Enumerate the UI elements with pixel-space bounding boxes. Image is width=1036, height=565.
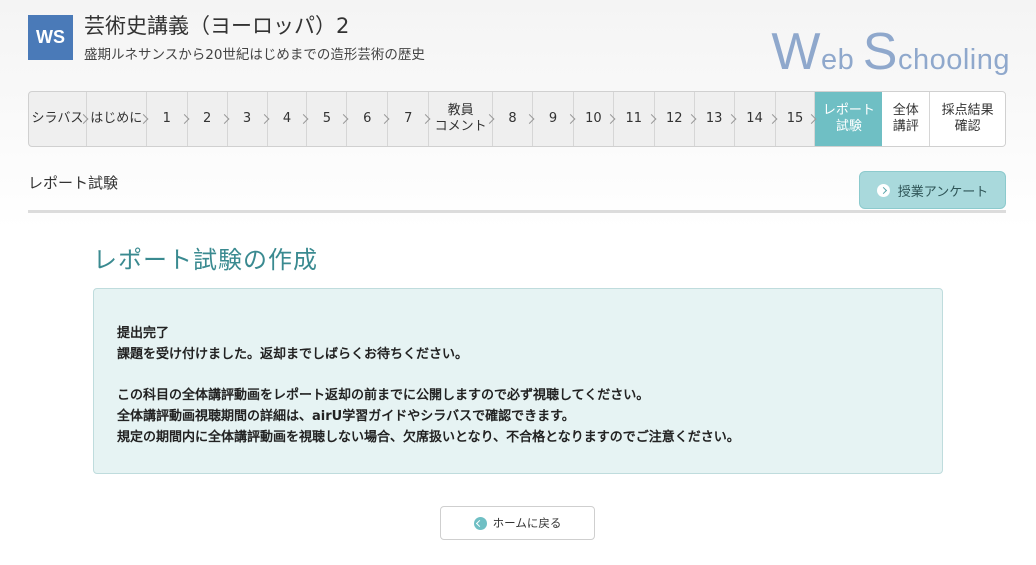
tab-10[interactable]: 8 xyxy=(493,92,533,146)
tab-3[interactable]: 2 xyxy=(188,92,228,146)
divider xyxy=(28,210,1006,213)
tab-17[interactable]: 15 xyxy=(776,92,816,146)
notice-box: 提出完了 課題を受け付けました。返却までしばらくお待ちください。 この科目の全体… xyxy=(93,288,943,474)
brand-w: W xyxy=(771,23,821,81)
chevron-right-circle-icon xyxy=(876,183,890,197)
section-heading: レポート試験の作成 xyxy=(93,246,318,274)
tab-9[interactable]: 教員 コメント xyxy=(429,92,494,146)
tab-7[interactable]: 6 xyxy=(347,92,389,146)
tab-18[interactable]: レポート 試験 xyxy=(815,92,883,146)
page-label: レポート試験 xyxy=(28,174,119,192)
tab-4[interactable]: 3 xyxy=(228,92,268,146)
notice-message: 課題を受け付けました。返却までしばらくお待ちください。 xyxy=(117,347,469,362)
tab-19[interactable]: 全体 講評 xyxy=(882,92,931,146)
tab-0[interactable]: シラバス xyxy=(29,92,87,146)
notice-info-3: 規定の期間内に全体講評動画を視聴しない場合、欠席扱いとなり、不合格となりますので… xyxy=(117,430,740,445)
course-subtitle: 盛期ルネサンスから20世紀はじめまでの造形芸術の歴史 xyxy=(84,47,425,63)
course-title: 芸術史講義（ヨーロッパ）2 xyxy=(84,14,350,38)
tab-2[interactable]: 1 xyxy=(147,92,188,146)
notice-info-2: 全体講評動画視聴期間の詳細は、airU学習ガイドやシラバスで確認できます。 xyxy=(117,409,575,424)
tab-20[interactable]: 採点結果 確認 xyxy=(930,92,1005,146)
web-schooling-brand: Web Schooling xyxy=(771,22,1010,82)
tab-6[interactable]: 5 xyxy=(307,92,348,146)
course-nav-tabs: シラバス はじめに 1 2 3 4 5 6 7 教員 コメント 8 9 10 11 12 13 14 15 レポート… xyxy=(28,91,1006,147)
tab-1[interactable]: はじめに xyxy=(87,92,147,146)
brand-eb: eb xyxy=(820,44,863,76)
ws-logo: WS xyxy=(28,15,73,60)
survey-button[interactable]: 授業アンケート xyxy=(859,171,1006,209)
tab-13[interactable]: 11 xyxy=(614,92,655,146)
tab-14[interactable]: 12 xyxy=(655,92,695,146)
brand-s: S xyxy=(862,23,898,81)
tab-15[interactable]: 13 xyxy=(695,92,735,146)
notice-status: 提出完了 xyxy=(117,326,170,341)
tab-16[interactable]: 14 xyxy=(735,92,776,146)
tab-12[interactable]: 10 xyxy=(574,92,614,146)
home-button[interactable]: ホームに戻る xyxy=(440,506,595,540)
chevron-left-circle-icon xyxy=(473,516,487,530)
survey-button-label: 授業アンケート xyxy=(897,184,989,200)
home-button-label: ホームに戻る xyxy=(492,516,562,530)
tab-11[interactable]: 9 xyxy=(533,92,574,146)
tab-8[interactable]: 7 xyxy=(388,92,430,146)
brand-chooling: chooling xyxy=(897,44,1010,76)
notice-info-1: この科目の全体講評動画をレポート返却の前までに公開しますので必ず視聴してください… xyxy=(117,388,650,403)
tab-5[interactable]: 4 xyxy=(268,92,308,146)
